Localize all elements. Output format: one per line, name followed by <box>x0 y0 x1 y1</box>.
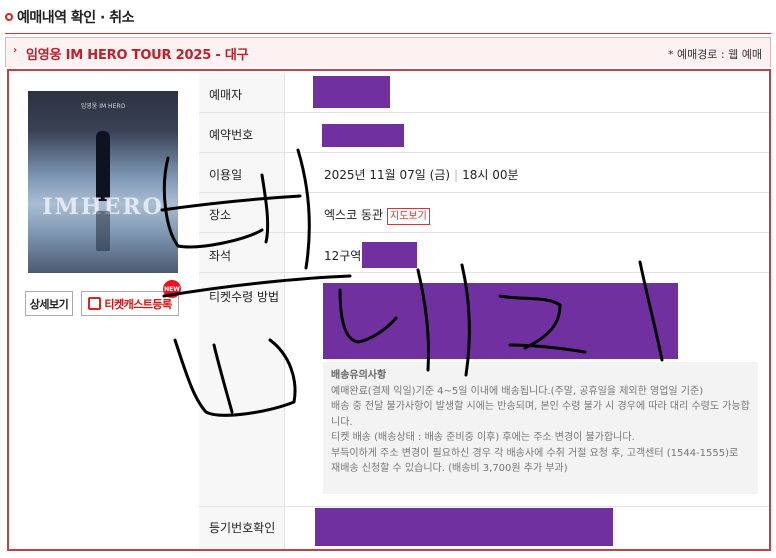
header-divider <box>5 33 771 34</box>
new-badge: NEW <box>163 280 181 298</box>
chevron-right-icon: › <box>13 45 18 56</box>
notice-line: 부득이하게 주소 변경이 필요하신 경우 각 배송사에 수취 거절 요청 후, … <box>331 447 739 475</box>
date-text: 2025년 11월 07일 (금) <box>324 168 451 182</box>
booking-number-label: 예약번호 <box>209 128 254 142</box>
seat-label: 좌석 <box>209 249 232 263</box>
receive-method-redacted <box>323 283 678 359</box>
page-title: 예매내역 확인 · 취소 <box>17 10 134 26</box>
ticket-receive-label: 티켓수령 방법 <box>209 290 280 304</box>
venue-text: 엑스코 동관 <box>324 208 384 222</box>
date-label: 이용일 <box>209 168 243 182</box>
date-value: 2025년 11월 07일 (금) | 18시 00분 <box>324 166 519 183</box>
notice-line: 예매완료(결제 익일)기준 4~5일 이내에 배송됩니다.(주말, 공휴일을 제… <box>331 385 704 397</box>
ticketcast-label: 티켓캐스트등록 <box>104 297 172 311</box>
registration-number-redacted <box>315 508 613 546</box>
venue-label: 장소 <box>209 208 232 222</box>
label-column <box>199 73 285 549</box>
booking-detail-page: 예매내역 확인 · 취소 › 임영웅 IM HERO TOUR 2025 - 대… <box>0 0 776 558</box>
row-divider <box>199 152 769 153</box>
notice-title: 배송유의사항 <box>331 370 387 381</box>
booking-route: * 예매경로 : 웹 예매 <box>667 48 762 61</box>
poster-figure <box>96 131 110 201</box>
seat-redacted <box>362 242 417 268</box>
row-divider <box>199 112 769 113</box>
booker-redacted <box>313 76 390 108</box>
time-text: 18시 00분 <box>462 168 519 182</box>
show-title-bar: › 임영웅 IM HERO TOUR 2025 - 대구 * 예매경로 : 웹 … <box>5 37 771 67</box>
venue-value: 엑스코 동관 지도보기 <box>324 206 430 225</box>
shipping-notice: 배송유의사항 예매완료(결제 익일)기준 4~5일 이내에 배송됩니다.(주말,… <box>323 362 758 494</box>
row-divider <box>199 232 769 233</box>
map-view-button[interactable]: 지도보기 <box>387 208 430 225</box>
show-title: 임영웅 IM HERO TOUR 2025 - 대구 <box>26 48 249 63</box>
column-divider <box>284 73 285 549</box>
bullet-circle-icon <box>5 13 13 21</box>
poster-reflection <box>96 211 110 251</box>
seat-value: 12구역 <box>324 249 362 263</box>
booker-label: 예매자 <box>209 88 243 102</box>
registration-number-label: 등기번호확인 <box>209 521 276 535</box>
notice-line: 티켓 배송 (배송상태 : 배송 준비중 이후) 후에는 주소 변경이 불가합니… <box>331 432 635 443</box>
detail-view-button[interactable]: 상세보기 <box>25 291 73 316</box>
booking-number-redacted <box>322 124 404 147</box>
separator: | <box>454 168 459 182</box>
show-poster-image: 임영웅 IM HERO IMHERO <box>28 91 178 273</box>
page-header: 예매내역 확인 · 취소 <box>5 6 134 28</box>
row-divider <box>199 192 769 193</box>
gift-icon <box>88 297 102 310</box>
poster-small-text: 임영웅 IM HERO <box>80 103 126 110</box>
notice-line: 배송 중 전달 불가사항이 발생할 시에는 반송되며, 본인 수령 불가 시 경… <box>331 401 750 428</box>
row-divider <box>199 506 769 507</box>
row-divider <box>199 272 769 273</box>
